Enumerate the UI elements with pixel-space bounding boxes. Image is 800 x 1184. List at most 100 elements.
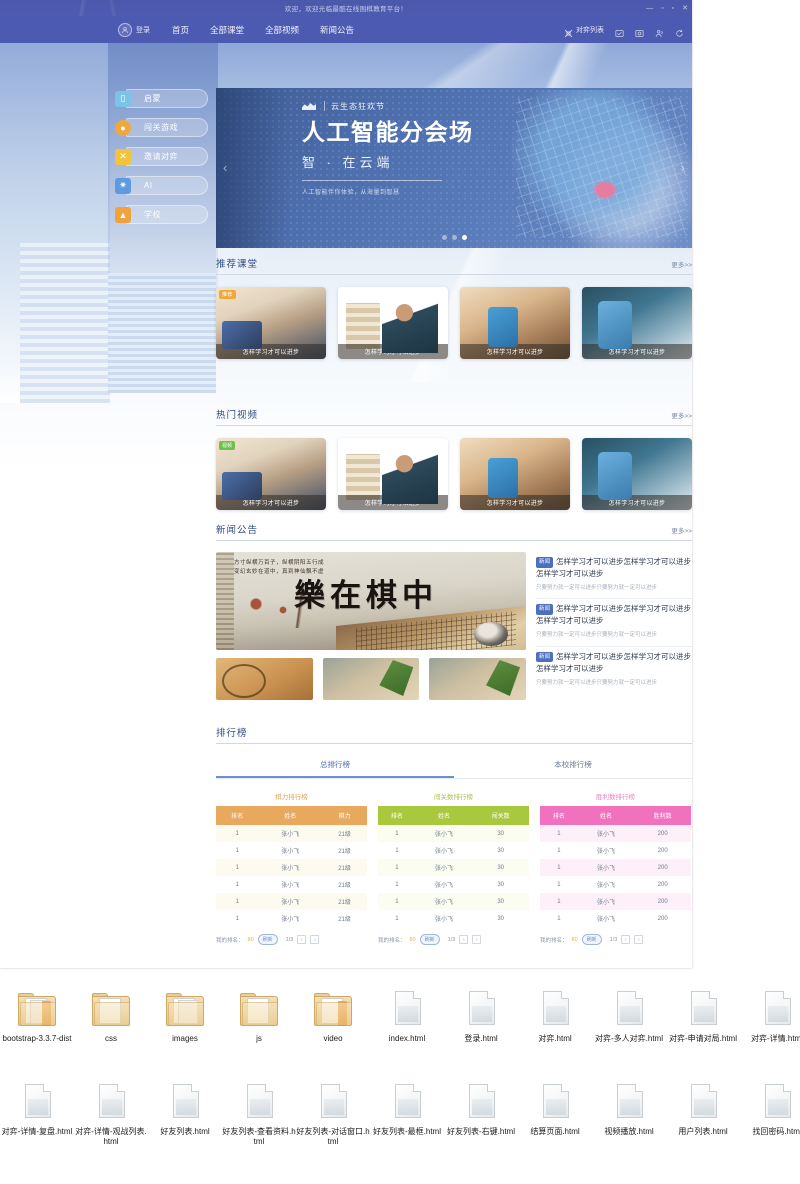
- desktop-file-login[interactable]: 登录.html: [444, 985, 518, 1054]
- desktop-file-duiyi-multiplayer[interactable]: 对弈-多人对弈.html: [592, 985, 666, 1054]
- banner-dot-1[interactable]: [441, 235, 447, 240]
- courses-more-link[interactable]: 更多>>: [671, 259, 692, 269]
- table-row[interactable]: 1 张小飞 200: [540, 825, 691, 842]
- desktop-file-friends-frame[interactable]: 好友列表-最框.html: [370, 1078, 444, 1147]
- nav-link-all-courses[interactable]: 全部课堂: [210, 24, 244, 36]
- refresh-icon[interactable]: [675, 25, 684, 37]
- prev-page-button[interactable]: ‹: [459, 935, 469, 944]
- next-page-button[interactable]: ›: [634, 935, 644, 944]
- table-row[interactable]: 1 张小飞 30: [378, 825, 529, 842]
- course-card[interactable]: 怎样学习才可以进步: [460, 287, 570, 359]
- table-row[interactable]: 1 张小飞 21级: [216, 893, 367, 910]
- videos-more-link[interactable]: 更多>>: [671, 410, 692, 420]
- table-row[interactable]: 1 张小飞 21级: [216, 842, 367, 859]
- table-row[interactable]: 1 张小飞 30: [378, 876, 529, 893]
- desktop-file-friends-rightclick[interactable]: 好友列表-右键.html: [444, 1078, 518, 1147]
- sidebar-item-game[interactable]: ● 闯关游戏: [112, 118, 212, 137]
- desktop-file-duiyi-review[interactable]: 对弈-详情-复盘.html: [0, 1078, 74, 1147]
- table-row[interactable]: 1 张小飞 30: [378, 842, 529, 859]
- table-row[interactable]: 1 张小飞 30: [378, 893, 529, 910]
- tab-total-ranking[interactable]: 总排行榜: [216, 752, 454, 778]
- table-row[interactable]: 1 张小飞 30: [378, 859, 529, 876]
- minimize-button[interactable]: ―: [646, 5, 653, 12]
- table-row[interactable]: 1 张小飞 200: [540, 859, 691, 876]
- news-more-link[interactable]: 更多>>: [671, 525, 692, 535]
- banner-prev-arrow[interactable]: ‹: [223, 160, 227, 175]
- video-card[interactable]: 怎样学习才可以进步: [582, 438, 692, 510]
- desktop-file-duiyi-spectators[interactable]: 对弈-详情-观战列表.html: [74, 1078, 148, 1147]
- next-page-button[interactable]: ›: [472, 935, 482, 944]
- login-button[interactable]: 登录: [118, 22, 150, 37]
- video-card[interactable]: 视频 怎样学习才可以进步: [216, 438, 326, 510]
- table-row[interactable]: 1 张小飞 21级: [216, 825, 367, 842]
- tab-school-ranking[interactable]: 本校排行榜: [454, 752, 692, 778]
- video-card[interactable]: 怎样学习才可以进步: [338, 438, 448, 510]
- sidebar-item-ai[interactable]: ✷ AI: [112, 176, 212, 195]
- icon-label: 登录.html: [464, 1034, 498, 1043]
- desktop-folder-bootstrap[interactable]: bootstrap-3.3.7-dist: [0, 985, 74, 1054]
- news-hero-image[interactable]: 方寸纵横万百子，纵横阴阳五行成 变幻玄妙在道中，真到神仙飘不虚 樂在棋中: [216, 552, 526, 650]
- table-row[interactable]: 1 张小飞 30: [378, 910, 529, 927]
- sidebar-item-school[interactable]: ▲ 学校: [112, 205, 212, 224]
- nav-link-news[interactable]: 新闻公告: [320, 24, 354, 36]
- friends-icon[interactable]: [655, 25, 664, 37]
- record-icon[interactable]: [635, 25, 644, 37]
- banner-dot-3[interactable]: [461, 235, 467, 240]
- table-row[interactable]: 1 张小飞 21级: [216, 859, 367, 876]
- course-card[interactable]: 怎样学习才可以进步: [338, 287, 448, 359]
- course-card[interactable]: 推荐 怎样学习才可以进步: [216, 287, 326, 359]
- desktop-folder-images[interactable]: images: [148, 985, 222, 1054]
- table-row[interactable]: 1 张小飞 21级: [216, 910, 367, 927]
- maximize-button[interactable]: ▫: [672, 5, 674, 12]
- cell-rank: 1: [395, 915, 399, 922]
- desktop-file-duiyi[interactable]: 对弈.html: [518, 985, 592, 1054]
- news-list-item[interactable]: 新闻 怎样学习才可以进步怎样学习才可以进步怎样学习才可以进步 只要努力就一定可以进…: [536, 552, 692, 600]
- course-card[interactable]: 怎样学习才可以进步: [582, 287, 692, 359]
- desktop-folder-js[interactable]: js: [222, 985, 296, 1054]
- prev-page-button[interactable]: ‹: [297, 935, 307, 944]
- restore-button[interactable]: ▫: [661, 5, 663, 12]
- table-row[interactable]: 1 张小飞 200: [540, 876, 691, 893]
- next-page-button[interactable]: ›: [310, 935, 320, 944]
- close-button[interactable]: ✕: [682, 5, 688, 12]
- chess-list-button[interactable]: 对弈列表: [564, 25, 604, 38]
- desktop-folder-video[interactable]: video: [296, 985, 370, 1054]
- prev-page-button[interactable]: ‹: [621, 935, 631, 944]
- news-thumbnail[interactable]: [429, 658, 527, 700]
- sidebar-item-qimeng[interactable]: ▯ 启蒙: [112, 89, 212, 108]
- table-row[interactable]: 1 张小飞 200: [540, 910, 691, 927]
- table-row[interactable]: 1 张小飞 200: [540, 893, 691, 910]
- desktop-file-index[interactable]: index.html: [370, 985, 444, 1054]
- board-caption: 棋力排行榜: [275, 794, 308, 801]
- desktop-file-duiyi-apply[interactable]: 对弈-申请对局.html: [666, 985, 740, 1054]
- message-icon[interactable]: [615, 25, 624, 37]
- icon-label: 好友列表-最框.html: [373, 1127, 441, 1136]
- desktop-file-friends-profile[interactable]: 好友列表-查看资料.html: [222, 1078, 296, 1147]
- desktop-file-duiyi-detail[interactable]: 对弈-详情.html: [740, 985, 800, 1054]
- icon-label: 对弈-详情-观战列表.html: [75, 1127, 147, 1146]
- desktop-file-user-list[interactable]: 用户列表.html: [666, 1078, 740, 1147]
- refresh-button[interactable]: 刷新: [581, 934, 602, 945]
- desktop-folder-css[interactable]: css: [74, 985, 148, 1054]
- hero-banner[interactable]: 云生态狂欢节 人工智能分会场 智 · 在云端 人工智能伴你体验，从海量到智慧 ‹…: [216, 88, 692, 248]
- refresh-button[interactable]: 刷新: [257, 934, 278, 945]
- desktop-file-video-play[interactable]: 视频播放.html: [592, 1078, 666, 1147]
- refresh-button[interactable]: 刷新: [419, 934, 440, 945]
- desktop-file-friends-chat[interactable]: 好友列表-对话窗口.html: [296, 1078, 370, 1147]
- table-row[interactable]: 1 张小飞 200: [540, 842, 691, 859]
- banner-next-arrow[interactable]: ›: [681, 160, 685, 175]
- news-thumbnail[interactable]: [322, 658, 420, 700]
- table-row[interactable]: 1 张小飞 21级: [216, 876, 367, 893]
- news-list-item[interactable]: 新闻 怎样学习才可以进步怎样学习才可以进步怎样学习才可以进步 只要努力就一定可以进…: [536, 599, 692, 647]
- video-card[interactable]: 怎样学习才可以进步: [460, 438, 570, 510]
- news-list-item[interactable]: 新闻 怎样学习才可以进步怎样学习才可以进步怎样学习才可以进步 只要努力就一定可以进…: [536, 647, 692, 693]
- sidebar-item-invite[interactable]: ✕ 邀请对弈: [112, 147, 212, 166]
- desktop-file-settlement[interactable]: 结算页面.html: [518, 1078, 592, 1147]
- banner-accent-art: [592, 180, 618, 200]
- nav-link-all-videos[interactable]: 全部视频: [265, 24, 299, 36]
- nav-link-home[interactable]: 首页: [172, 24, 189, 36]
- desktop-file-friends[interactable]: 好友列表.html: [148, 1078, 222, 1147]
- banner-dot-2[interactable]: [451, 235, 457, 240]
- desktop-file-password-recovery[interactable]: 找回密码.html: [740, 1078, 800, 1147]
- news-thumbnail[interactable]: [216, 658, 313, 700]
